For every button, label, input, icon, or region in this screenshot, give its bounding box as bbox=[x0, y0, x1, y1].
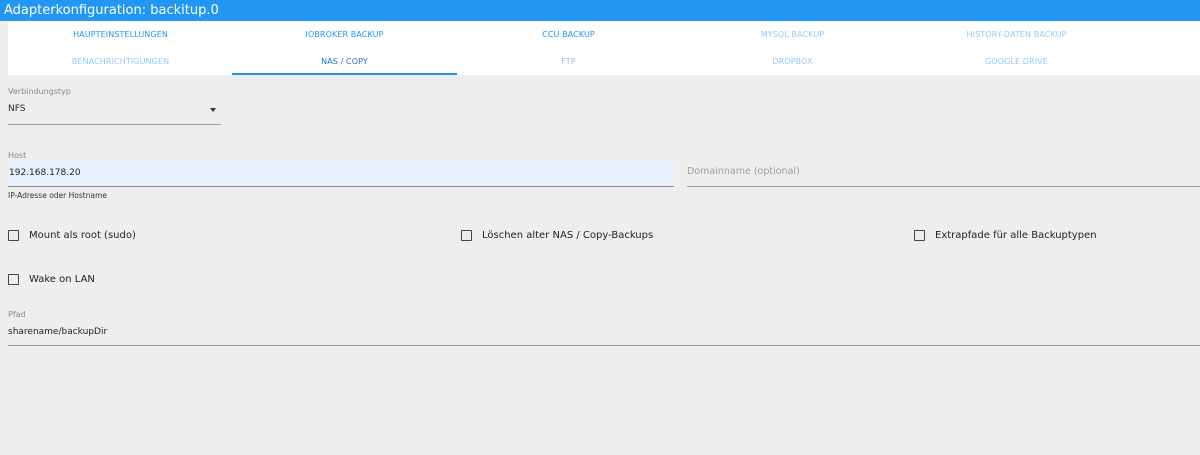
mount-root-checkbox[interactable]: Mount als root (sudo) bbox=[8, 230, 136, 241]
domain-underline bbox=[687, 186, 1200, 187]
connection-type-label: Verbindungstyp bbox=[8, 87, 71, 96]
tab-google-drive[interactable]: GOOGLE DRIVE bbox=[904, 48, 1129, 75]
tab-benachrichtigungen[interactable]: BENACHRICHTIGUNGEN bbox=[8, 48, 233, 75]
active-tab-indicator bbox=[232, 73, 457, 75]
host-label: Host bbox=[8, 151, 27, 160]
checkbox-icon bbox=[461, 230, 472, 241]
delete-old-backups-checkbox[interactable]: Löschen alter NAS / Copy-Backups bbox=[461, 230, 653, 241]
wake-on-lan-checkbox[interactable]: Wake on LAN bbox=[8, 274, 95, 285]
domain-input[interactable]: Domainname (optional) bbox=[687, 160, 1200, 186]
tab-haupteinstellungen[interactable]: HAUPTEINSTELLUNGEN bbox=[8, 21, 233, 48]
tab-nas-copy[interactable]: NAS / COPY bbox=[232, 48, 457, 75]
mount-root-label: Mount als root (sudo) bbox=[29, 230, 136, 241]
checkbox-icon bbox=[8, 230, 19, 241]
tab-mysql-backup[interactable]: MYSQL BACKUP bbox=[680, 21, 905, 48]
connection-type-value: NFS bbox=[8, 104, 26, 114]
path-label: Pfad bbox=[8, 310, 26, 319]
tab-iobroker-backup[interactable]: IOBROKER BACKUP bbox=[232, 21, 457, 48]
tab-ccu-backup[interactable]: CCU BACKUP bbox=[456, 21, 681, 48]
delete-old-backups-label: Löschen alter NAS / Copy-Backups bbox=[482, 230, 654, 241]
path-input[interactable]: sharename/backupDir bbox=[8, 322, 1200, 346]
checkbox-icon bbox=[914, 230, 925, 241]
checkbox-icon bbox=[8, 274, 19, 285]
dropdown-arrow-icon bbox=[210, 108, 216, 112]
tab-dropbox[interactable]: DROPBOX bbox=[680, 48, 905, 75]
domain-placeholder: Domainname (optional) bbox=[687, 166, 800, 177]
extra-paths-label: Extrapfade für alle Backuptypen bbox=[935, 230, 1097, 241]
tab-bar: HAUPTEINSTELLUNGEN IOBROKER BACKUP CCU B… bbox=[8, 21, 1200, 75]
host-helper-text: IP-Adresse oder Hostname bbox=[8, 191, 107, 200]
wake-on-lan-label: Wake on LAN bbox=[29, 274, 95, 285]
window-title: Adapterkonfiguration: backitup.0 bbox=[0, 0, 1200, 21]
host-value: 192.168.178.20 bbox=[9, 168, 81, 178]
tab-history-daten-backup[interactable]: HISTORY-DATEN BACKUP bbox=[904, 21, 1129, 48]
tab-ftp[interactable]: FTP bbox=[456, 48, 681, 75]
path-underline bbox=[8, 345, 1200, 346]
connection-type-select[interactable]: NFS bbox=[8, 100, 221, 124]
extra-paths-checkbox[interactable]: Extrapfade für alle Backuptypen bbox=[914, 230, 1097, 241]
connection-type-underline bbox=[8, 124, 221, 125]
host-input[interactable]: 192.168.178.20 bbox=[8, 160, 674, 186]
host-underline bbox=[8, 186, 674, 187]
path-value: sharename/backupDir bbox=[8, 327, 108, 337]
